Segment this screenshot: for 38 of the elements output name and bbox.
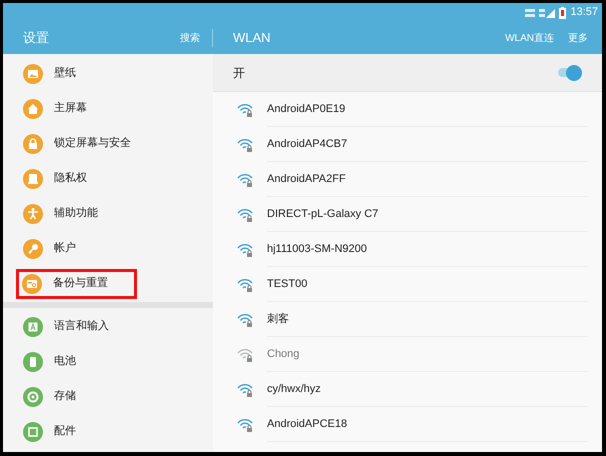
wifi-lock-icon: [237, 172, 253, 186]
network-item[interactable]: AndroidAPA2FF: [213, 162, 602, 197]
wlan-toggle[interactable]: [558, 64, 582, 80]
sidebar-item[interactable]: 存储: [23, 382, 76, 412]
wifi-lock-icon: [237, 242, 253, 256]
network-item[interactable]: cy/hwx/hyz: [213, 372, 602, 407]
wifi-lock-icon: [237, 382, 253, 396]
network-item[interactable]: hj111003-SM-N9200: [213, 232, 602, 267]
sidebar-item[interactable]: 隐私权: [23, 164, 87, 194]
sidebar-item[interactable]: 锁定屏幕与安全: [23, 128, 131, 158]
network-item[interactable]: TEST00: [213, 267, 602, 302]
sidebar-item[interactable]: 壁纸: [23, 58, 76, 88]
wifi-lock-icon: [237, 138, 253, 152]
battery-icon: [559, 6, 566, 18]
sidebar-item[interactable]: 辅助功能: [23, 198, 98, 228]
network-item[interactable]: DIRECT-pL-Galaxy C7: [213, 197, 602, 232]
sidebar-item[interactable]: 电池: [23, 346, 76, 376]
network-item[interactable]: AndroidAPCE18: [213, 407, 602, 442]
wifi-lock-icon: [237, 348, 253, 362]
wlan-title: WLAN: [233, 29, 271, 48]
wifi-lock-icon: [237, 418, 253, 432]
sidebar-item[interactable]: 帐户: [23, 234, 76, 264]
wifi-lock-icon: [237, 102, 253, 116]
wifi-lock-icon: [237, 278, 253, 292]
clock-time: 13:57: [570, 5, 598, 20]
network-item[interactable]: 刺客: [213, 302, 602, 337]
network-item[interactable]: Chong: [213, 337, 602, 372]
settings-title: 设置: [23, 29, 49, 48]
sidebar-item[interactable]: 备份与重置: [16, 268, 137, 298]
switch-label: 开: [233, 64, 245, 82]
sidebar-item[interactable]: 语言和输入: [23, 312, 109, 342]
signal-icon: [539, 8, 556, 18]
wifi-lock-icon: [237, 312, 253, 326]
wifi-lock-icon: [237, 208, 253, 222]
sidebar-item[interactable]: 主屏幕: [23, 94, 87, 124]
sidebar-item[interactable]: 配件: [23, 416, 76, 446]
network-item[interactable]: AndroidAP4CB7: [213, 127, 602, 162]
network-item[interactable]: AndroidAP0E19: [213, 92, 602, 127]
